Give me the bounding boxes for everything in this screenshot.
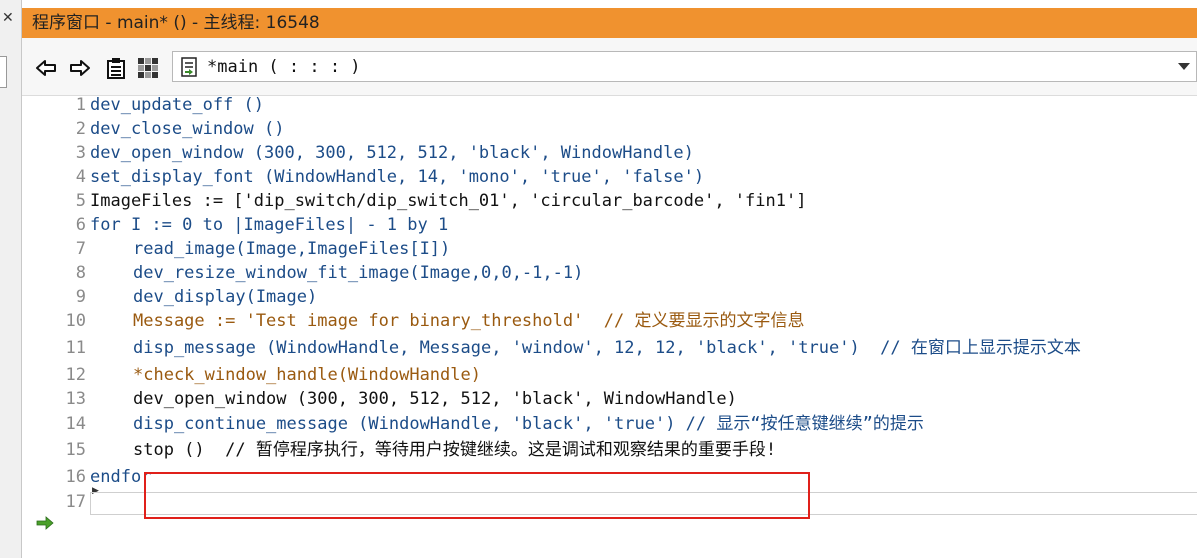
code-line[interactable]: 1 dev_update_off () [22,93,1197,117]
code-line[interactable]: 8 dev_resize_window_fit_image(Image,0,0,-… [22,261,1197,285]
code-line[interactable]: 15 stop () // 暂停程序执行，等待用户按键继续。这是调试和观察结果的重… [22,438,1197,462]
back-arrow-icon[interactable] [34,56,58,80]
line-number: 3 [75,143,86,163]
line-number: 4 [75,167,86,187]
code-text: set_display_font (WindowHandle, 14, 'mon… [90,167,705,187]
close-icon[interactable]: ✕ [2,10,14,26]
line-number: 6 [75,215,86,235]
toolbar: *main ( : : : ) [22,38,1197,96]
line-number: 15 [65,440,86,460]
code-line[interactable]: 12 *check_window_handle(WindowHandle) [22,363,1197,387]
line-number: 2 [75,119,86,139]
code-line[interactable]: 4 set_display_font (WindowHandle, 14, 'mo… [22,165,1197,189]
line-number: 17 [65,492,86,512]
procedure-selector[interactable]: *main ( : : : ) [172,51,1197,82]
code-text: dev_display(Image) [133,287,318,307]
dropdown-arrow-icon[interactable] [1178,63,1190,70]
side-tab[interactable] [0,56,7,88]
code-text: *check_window_handle(WindowHandle) [133,365,481,385]
line-number: 1 [75,95,86,115]
code-line[interactable]: 3 dev_open_window (300, 300, 512, 512, 'b… [22,141,1197,165]
window-title: 程序窗口 - main* () - 主线程: 16548 [22,8,1197,38]
grid-icon[interactable] [136,56,160,80]
line-number: 10 [65,311,86,331]
code-text: for I := 0 to |ImageFiles| - 1 by 1 [90,215,449,235]
procedure-icon [181,57,197,77]
clipboard-icon[interactable] [104,56,128,80]
code-text: disp_message (WindowHandle, Message, 'wi… [133,338,1081,358]
line-number: 13 [65,389,86,409]
code-text: dev_open_window (300, 300, 512, 512, 'bl… [90,143,694,163]
code-line[interactable]: 11 disp_message (WindowHandle, Message, '… [22,336,1197,360]
code-editor[interactable]: 1 dev_update_off () 2 dev_close_window () … [22,93,1197,558]
line-number: 9 [75,287,86,307]
line-number: 7 [75,239,86,259]
code-text: stop () // 暂停程序执行，等待用户按键继续。这是调试和观察结果的重要手… [133,440,777,460]
code-text: ImageFiles := ['dip_switch/dip_switch_01… [90,191,807,211]
code-text: read_image(Image,ImageFiles[I]) [133,239,451,259]
code-line[interactable]: 9 dev_display(Image) [22,285,1197,309]
code-line[interactable]: 6 for I := 0 to |ImageFiles| - 1 by 1 [22,213,1197,237]
program-counter-arrow-icon [36,516,54,530]
line-number: 8 [75,263,86,283]
forward-arrow-icon[interactable] [68,56,92,80]
code-text: Message := 'Test image for binary_thresh… [133,311,805,331]
code-line[interactable]: 2 dev_close_window () [22,117,1197,141]
code-line[interactable]: 5 ImageFiles := ['dip_switch/dip_switch_0… [22,189,1197,213]
code-text: disp_continue_message (WindowHandle, 'bl… [133,414,924,434]
line-number: 16 [65,467,86,487]
code-text: dev_open_window (300, 300, 512, 512, 'bl… [133,389,737,409]
procedure-name: *main ( : : : ) [207,57,361,77]
highlight-box [144,472,810,519]
line-number: 11 [65,338,86,358]
code-text: endfor [90,467,152,487]
line-number: 5 [75,191,86,211]
code-text: dev_close_window () [90,119,285,139]
code-line[interactable]: 10 Message := 'Test image for binary_thre… [22,309,1197,333]
code-line[interactable]: 13 dev_open_window (300, 300, 512, 512, '… [22,387,1197,411]
code-text: dev_resize_window_fit_image(Image,0,0,-1… [133,263,584,283]
line-number: 14 [65,414,86,434]
left-panel-strip: ✕ [0,0,22,558]
code-text: dev_update_off () [90,95,264,115]
line-number: 12 [65,365,86,385]
code-line[interactable]: 7 read_image(Image,ImageFiles[I]) [22,237,1197,261]
code-line[interactable]: 14 disp_continue_message (WindowHandle, '… [22,412,1197,436]
